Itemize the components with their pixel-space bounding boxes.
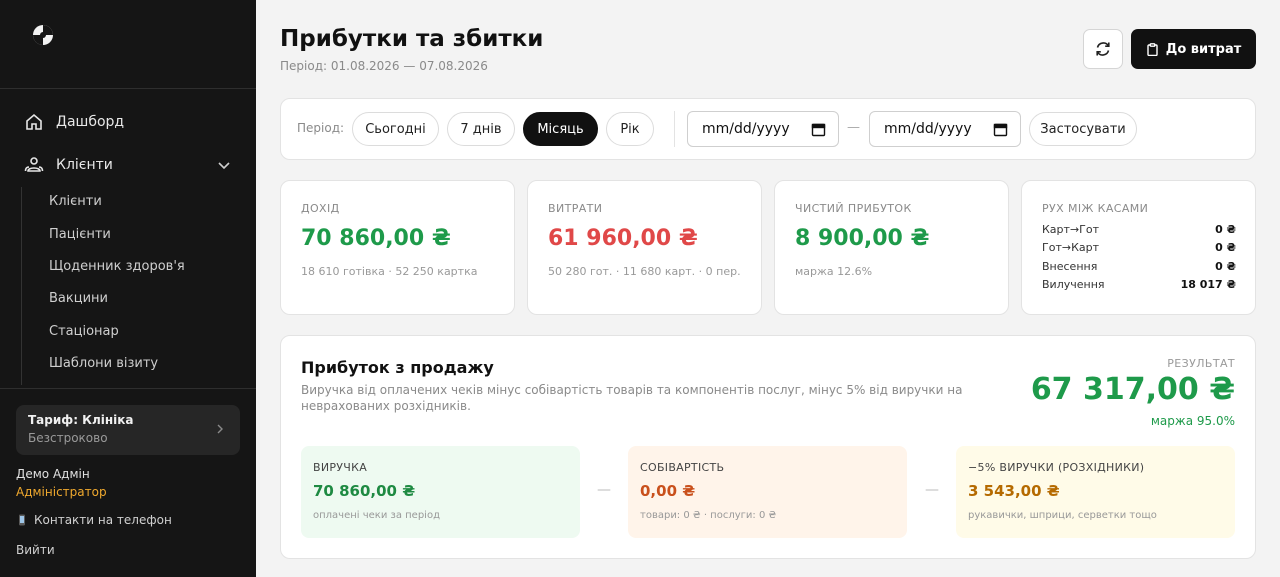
- sidebar-subitem-hospital[interactable]: Стаціонар: [49, 324, 119, 339]
- breakdown-revenue: ВИРУЧКА 70 860,00 ₴ оплачені чеки за пер…: [301, 446, 580, 538]
- sidebar-divider: [0, 388, 256, 389]
- chevron-right-icon: [217, 424, 223, 434]
- sidebar-divider: [0, 88, 256, 89]
- preset-today-button[interactable]: Сьогодні: [352, 112, 439, 146]
- calendar-icon[interactable]: [993, 122, 1008, 137]
- to-expenses-label: До витрат: [1165, 41, 1242, 57]
- cash-row-name: Карт→Гот: [1042, 223, 1100, 236]
- page-period: Період: 01.08.2026 — 07.08.2026: [280, 59, 488, 73]
- preset-year-button[interactable]: Рік: [606, 112, 654, 146]
- net-profit-value: 8 900,00 ₴: [795, 226, 930, 251]
- result-label: РЕЗУЛЬТАТ: [1167, 357, 1235, 370]
- breakdown-consumables: −5% ВИРУЧКИ (РОЗХІДНИКИ) 3 543,00 ₴ рука…: [956, 446, 1235, 538]
- calendar-icon[interactable]: [811, 122, 826, 137]
- sidebar-item-label: Дашборд: [56, 114, 125, 130]
- expenses-note: 50 280 гот. · 11 680 карт. · 0 пер.: [548, 265, 741, 278]
- breakdown-separator: —: [597, 482, 611, 498]
- income-label: ДОХІД: [301, 202, 340, 215]
- result-margin: маржа 95.0%: [1150, 414, 1235, 428]
- sidebar-item-label: Клієнти: [56, 157, 113, 173]
- sidebar-item-clients[interactable]: Клієнти: [24, 153, 232, 177]
- cash-row: Внесення 0 ₴: [1042, 260, 1236, 273]
- phone-link-label: Контакти на телефон: [34, 513, 172, 527]
- sidebar-subitem-patients[interactable]: Пацієнти: [49, 227, 111, 242]
- cash-row: Карт→Гот 0 ₴: [1042, 223, 1236, 236]
- sales-profit-title: Прибуток з продажу: [301, 358, 494, 377]
- page-title: Прибутки та збитки: [280, 26, 544, 52]
- breakdown-cost: СОБІВАРТІСТЬ 0,00 ₴ товари: 0 ₴ · послуг…: [628, 446, 907, 538]
- breakdown-label: −5% ВИРУЧКИ (РОЗХІДНИКИ): [968, 461, 1145, 474]
- clipboard-icon: [1146, 42, 1159, 56]
- income-value: 70 860,00 ₴: [301, 226, 451, 251]
- breakdown-note: оплачені чеки за період: [313, 510, 440, 521]
- phone-icon: [16, 514, 28, 526]
- cash-row-name: Гот→Карт: [1042, 241, 1100, 254]
- cash-movement-label: РУХ МІЖ КАСАМИ: [1042, 202, 1149, 215]
- chevron-down-icon[interactable]: [216, 157, 232, 173]
- cash-row-name: Внесення: [1042, 260, 1098, 273]
- to-expenses-button[interactable]: До витрат: [1131, 29, 1256, 69]
- sidebar-subitem-health-diary[interactable]: Щоденник здоров'я: [49, 259, 185, 274]
- expenses-value: 61 960,00 ₴: [548, 226, 698, 251]
- sales-profit-description: Виручка від оплачених чеків мінус собіва…: [301, 383, 963, 413]
- sidebar-item-dashboard[interactable]: Дашборд: [24, 110, 232, 134]
- logout-link[interactable]: Вийти: [16, 543, 55, 557]
- net-profit-label: ЧИСТИЙ ПРИБУТОК: [795, 202, 912, 215]
- breakdown-value: 3 543,00 ₴: [968, 482, 1060, 500]
- breakdown-label: ВИРУЧКА: [313, 461, 368, 474]
- net-profit-note: маржа 12.6%: [795, 265, 873, 278]
- logo-icon[interactable]: [32, 24, 54, 46]
- apply-button[interactable]: Застосувати: [1029, 112, 1137, 146]
- income-note: 18 610 готівка · 52 250 картка: [301, 265, 478, 278]
- filter-divider: [674, 111, 675, 147]
- phone-contacts-link[interactable]: Контакти на телефон: [16, 513, 172, 527]
- result-value: 67 317,00 ₴: [1030, 372, 1235, 407]
- cash-row-value: 0 ₴: [1215, 260, 1236, 273]
- cash-row-value: 0 ₴: [1215, 241, 1236, 254]
- expenses-label: ВИТРАТИ: [548, 202, 603, 215]
- cash-row: Гот→Карт 0 ₴: [1042, 241, 1236, 254]
- date-from-input[interactable]: mm/dd/yyyy: [687, 111, 839, 147]
- date-range-separator: —: [847, 120, 860, 135]
- home-icon: [24, 112, 44, 132]
- sidebar-subitem-vaccines[interactable]: Вакцини: [49, 291, 108, 306]
- user-name: Демо Адмін: [16, 467, 90, 481]
- refresh-icon: [1096, 42, 1110, 56]
- breakdown-value: 0,00 ₴: [640, 482, 696, 500]
- cash-row-value: 18 017 ₴: [1180, 278, 1236, 291]
- breakdown-value: 70 860,00 ₴: [313, 482, 416, 500]
- date-from-value: mm/dd/yyyy: [702, 121, 790, 137]
- preset-month-button[interactable]: Місяць: [523, 112, 598, 146]
- plan-title: Тариф: Клініка: [28, 413, 134, 427]
- breakdown-note: рукавички, шприци, серветки тощо: [968, 510, 1157, 521]
- breakdown-label: СОБІВАРТІСТЬ: [640, 461, 725, 474]
- sidebar-subitem-visit-templates[interactable]: Шаблони візиту: [49, 356, 158, 371]
- cash-row: Вилучення 18 017 ₴: [1042, 278, 1236, 291]
- sidebar-subitem-clients[interactable]: Клієнти: [49, 194, 102, 209]
- refresh-button[interactable]: [1083, 29, 1123, 69]
- sidebar: Дашборд Клієнти Клієнти Пацієнти Щоденни…: [0, 0, 256, 577]
- users-icon: [24, 155, 44, 175]
- period-filter-label: Період:: [297, 121, 345, 135]
- date-to-input[interactable]: mm/dd/yyyy: [869, 111, 1021, 147]
- breakdown-note: товари: 0 ₴ · послуги: 0 ₴: [640, 510, 777, 521]
- breakdown-separator: —: [925, 482, 939, 498]
- preset-7days-button[interactable]: 7 днів: [447, 112, 515, 146]
- user-role: Адміністратор: [16, 485, 107, 499]
- plan-subtitle: Безстроково: [28, 431, 108, 445]
- plan-card[interactable]: Тариф: Клініка Безстроково: [16, 405, 240, 455]
- cash-row-name: Вилучення: [1042, 278, 1105, 291]
- submenu-guide-line: [21, 187, 22, 385]
- cash-row-value: 0 ₴: [1215, 223, 1236, 236]
- date-to-value: mm/dd/yyyy: [884, 121, 972, 137]
